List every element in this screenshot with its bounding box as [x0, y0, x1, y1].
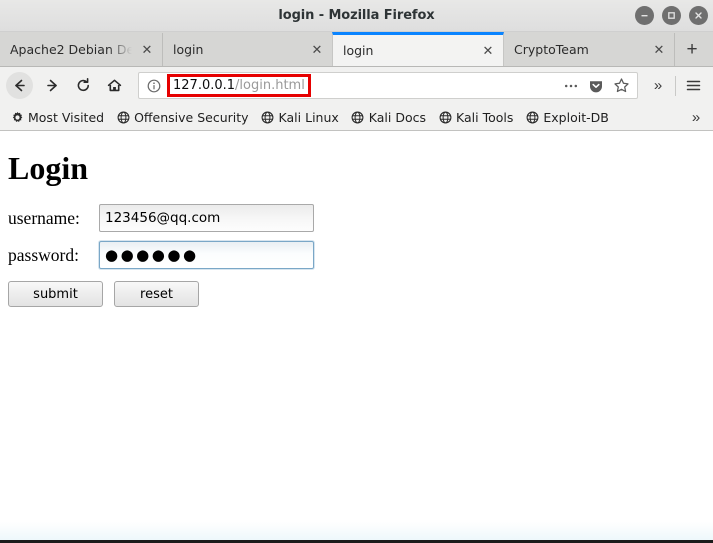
- window-title: login - Mozilla Firefox: [278, 8, 435, 23]
- url-highlight-box: 127.0.0.1/login.html: [167, 74, 311, 97]
- bookmark-label: Kali Linux: [278, 109, 339, 125]
- globe-icon: [438, 110, 452, 124]
- password-input[interactable]: ●●●●●●: [99, 241, 314, 269]
- home-button[interactable]: [99, 70, 130, 101]
- tab-cryptoteam[interactable]: CryptoTeam ✕: [504, 33, 674, 66]
- bookmark-offensive-security[interactable]: Offensive Security: [110, 106, 254, 129]
- tab-label: CryptoTeam: [514, 42, 589, 57]
- form-buttons: submit reset: [8, 281, 705, 307]
- tab-label: Apache2 Debian De: [10, 42, 132, 57]
- tab-label: login: [343, 43, 374, 58]
- bookmark-kali-docs[interactable]: Kali Docs: [345, 106, 432, 129]
- maximize-button[interactable]: [662, 6, 681, 25]
- toolbar-right-controls: »: [644, 72, 707, 100]
- page-content: Login username: password: ●●●●●● submit …: [0, 131, 713, 543]
- minimize-button[interactable]: [635, 6, 654, 25]
- urlbar-actions: [561, 76, 633, 96]
- window-titlebar: login - Mozilla Firefox: [0, 0, 713, 32]
- bookmark-label: Exploit-DB: [543, 109, 609, 125]
- bookmark-kali-tools[interactable]: Kali Tools: [432, 106, 519, 129]
- tab-strip: Apache2 Debian De ✕ login ✕ login ✕ Cryp…: [0, 32, 713, 67]
- new-tab-button[interactable]: +: [674, 33, 709, 66]
- bookmark-label: Kali Docs: [368, 109, 427, 125]
- username-input[interactable]: [99, 204, 314, 232]
- username-label: username:: [8, 207, 80, 228]
- globe-icon: [351, 110, 365, 124]
- page-actions-icon[interactable]: [561, 76, 581, 96]
- tab-close-icon[interactable]: ✕: [138, 41, 156, 59]
- toolbar-separator: [675, 75, 676, 96]
- firefox-browser-window: login - Mozilla Firefox Apache2 Debian D…: [0, 0, 713, 543]
- globe-icon: [261, 110, 275, 124]
- forward-button[interactable]: [37, 70, 68, 101]
- tab-login-1[interactable]: login ✕: [163, 33, 333, 66]
- bookmark-kali-linux[interactable]: Kali Linux: [255, 106, 345, 129]
- url-host: 127.0.0.1: [173, 78, 236, 93]
- bookmark-label: Kali Tools: [456, 109, 514, 125]
- tab-close-icon[interactable]: ✕: [308, 41, 326, 59]
- password-row: password: ●●●●●●: [8, 241, 705, 269]
- tab-login-2-active[interactable]: login ✕: [332, 32, 504, 66]
- page-bottom-glow: [0, 522, 713, 540]
- bookmark-star-icon[interactable]: [611, 76, 631, 96]
- navigation-toolbar: 127.0.0.1/login.html »: [0, 67, 713, 104]
- toolbar-overflow-button[interactable]: »: [644, 72, 672, 100]
- bookmarks-toolbar: Most Visited Offensive Security Kali Lin…: [0, 104, 713, 131]
- reset-button[interactable]: reset: [114, 281, 199, 307]
- globe-icon: [116, 110, 130, 124]
- url-bar[interactable]: 127.0.0.1/login.html: [138, 72, 638, 99]
- bookmark-label: Offensive Security: [134, 109, 249, 125]
- reload-button[interactable]: [68, 70, 99, 101]
- tab-close-icon[interactable]: ✕: [650, 41, 668, 59]
- globe-icon: [525, 110, 539, 124]
- username-row: username:: [8, 204, 705, 232]
- page-identity-icon[interactable]: [145, 77, 163, 95]
- url-text: 127.0.0.1/login.html: [173, 78, 305, 93]
- window-controls: [635, 0, 708, 31]
- submit-button[interactable]: submit: [8, 281, 103, 307]
- tab-label: login: [173, 42, 204, 57]
- bookmark-exploit-db[interactable]: Exploit-DB: [519, 106, 614, 129]
- gear-icon: [10, 110, 24, 124]
- bookmarks-overflow-button[interactable]: »: [683, 106, 709, 129]
- page-title: Login: [8, 150, 89, 186]
- hamburger-menu-icon[interactable]: [679, 72, 707, 100]
- back-button[interactable]: [6, 72, 33, 99]
- pocket-icon[interactable]: [586, 76, 606, 96]
- password-label: password:: [8, 244, 79, 265]
- bookmark-label: Most Visited: [28, 109, 105, 125]
- tab-apache2-debian[interactable]: Apache2 Debian De ✕: [0, 33, 163, 66]
- bookmark-most-visited[interactable]: Most Visited: [4, 106, 110, 129]
- tab-close-icon[interactable]: ✕: [479, 42, 497, 60]
- url-path: /login.html: [235, 78, 305, 93]
- close-button[interactable]: [689, 6, 708, 25]
